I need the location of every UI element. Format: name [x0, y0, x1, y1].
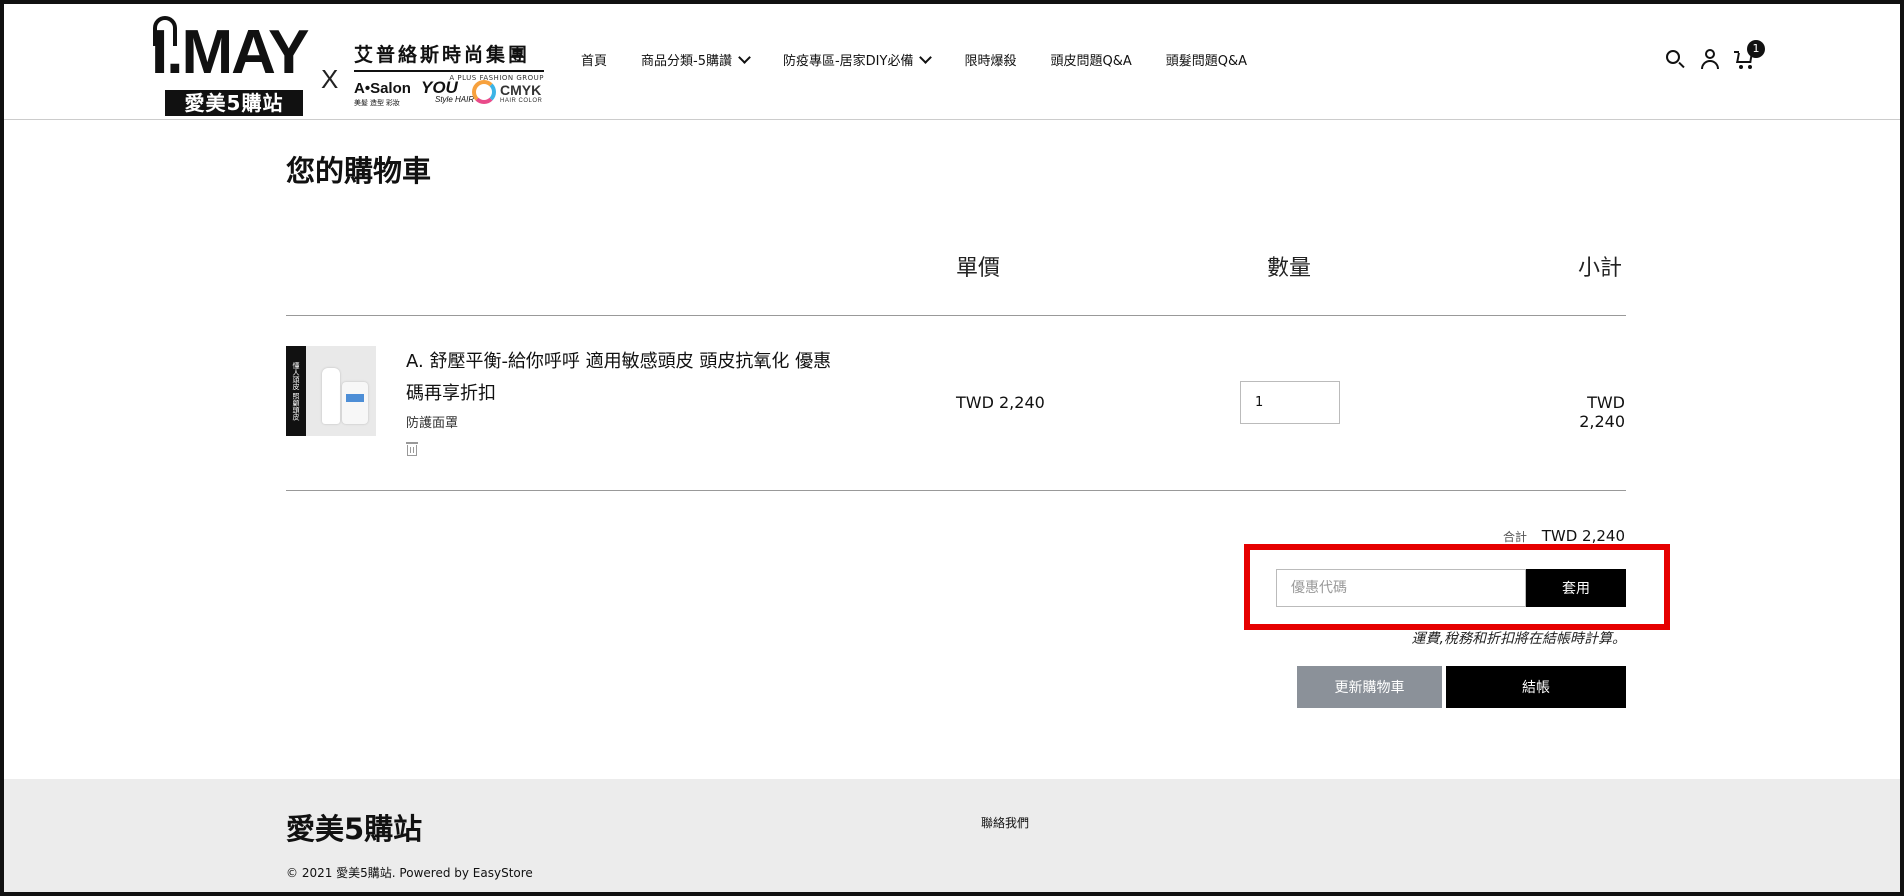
page-title: 您的購物車 — [286, 154, 432, 188]
group-logo: 艾普絡斯時尚集團 A PLUS FASHION GROUP — [354, 40, 544, 82]
cart-icon[interactable]: 1 — [1734, 40, 1765, 70]
update-cart-button[interactable]: 更新購物車 — [1297, 666, 1442, 708]
coupon-input[interactable] — [1276, 569, 1526, 607]
search-icon[interactable] — [1664, 48, 1686, 70]
chevron-down-icon — [738, 50, 751, 64]
total-label: 合計 — [1502, 530, 1527, 544]
cmyk-logo: CMYK HAIR COLOR — [472, 80, 543, 104]
chevron-down-icon — [919, 50, 933, 64]
coupon-form: 套用 — [1276, 569, 1626, 607]
cart-count-badge: 1 — [1747, 40, 1765, 58]
nav-label: 限時爆殺 — [964, 54, 1017, 69]
you-sub: Style HAIR — [435, 95, 475, 104]
nav-hair-qa[interactable]: 頭髮問題Q&A — [1166, 50, 1247, 69]
divider — [286, 315, 1626, 316]
asalon-name: A•Salon — [354, 80, 411, 97]
cmyk-name: CMYK — [500, 82, 542, 98]
logo-cross: X — [321, 64, 339, 94]
bottle-shape — [322, 368, 340, 424]
nav-flash-sale[interactable]: 限時爆殺 — [964, 50, 1016, 69]
product-thumbnail[interactable]: 懂人頭皮 照顧頭皮 — [286, 346, 376, 436]
line-subtotal: TWD 2,240 — [1579, 393, 1625, 431]
nav-epidemic[interactable]: 防疫專區-居家DIY必備 — [782, 50, 933, 69]
nav-label: 防疫專區-居家DIY必備 — [782, 54, 914, 69]
footer-contact-link[interactable]: 聯絡我們 — [981, 814, 1029, 831]
cmyk-sub: HAIR COLOR — [500, 98, 543, 104]
site-footer: 愛美5購站 聯絡我們 © 2021 愛美5購站. Powered by Easy… — [4, 779, 1900, 892]
footer-brand: 愛美5購站 — [286, 812, 423, 846]
checkout-note: 運費,稅務和折扣將在結帳時計算。 — [1411, 631, 1626, 647]
site-header: I.MAY 愛美5購站 X 艾普絡斯時尚集團 A PLUS FASHION GR… — [4, 4, 1900, 120]
main-nav: 首頁 商品分類-5購讚 防疫專區-居家DIY必備 限時爆殺 頭皮問題Q&A 頭髮… — [581, 50, 1281, 69]
trash-icon[interactable] — [406, 441, 418, 456]
nav-label: 頭皮問題Q&A — [1050, 54, 1132, 69]
logo-main-text: I.MAY — [151, 18, 310, 87]
brand-logos: A•Salon 美髮 造型 彩妝 YOU Style HAIR CMYK HAI… — [354, 78, 549, 112]
nav-categories[interactable]: 商品分類-5購讚 — [641, 50, 751, 69]
footer-copyright: © 2021 愛美5購站. Powered by EasyStore — [286, 866, 533, 880]
logo-sub-text: 愛美5購站 — [165, 90, 303, 116]
nav-scalp-qa[interactable]: 頭皮問題Q&A — [1050, 50, 1131, 69]
unit-price: TWD 2,240 — [956, 393, 1045, 412]
bottle-shape — [342, 382, 368, 424]
column-header-price: 單價 — [956, 256, 1001, 281]
product-variant: 防護面罩 — [406, 416, 459, 431]
nav-label: 首頁 — [581, 54, 608, 69]
user-icon[interactable] — [1699, 48, 1721, 70]
column-header-subtotal: 小計 — [1578, 256, 1623, 281]
column-header-qty: 數量 — [1267, 256, 1312, 281]
imay-logo: I.MAY 愛美5購站 — [151, 16, 311, 116]
bottle-label — [346, 394, 364, 402]
header-icons: 1 — [1664, 40, 1769, 70]
browser-frame: I.MAY 愛美5購站 X 艾普絡斯時尚集團 A PLUS FASHION GR… — [0, 0, 1904, 896]
cart-total: 合計 TWD 2,240 — [1494, 527, 1625, 545]
nav-label: 頭髮問題Q&A — [1165, 54, 1248, 69]
you-style-logo: YOU Style HAIR — [421, 78, 474, 104]
asalon-logo: A•Salon 美髮 造型 彩妝 — [354, 80, 411, 108]
total-value: TWD 2,240 — [1541, 527, 1625, 545]
nav-home[interactable]: 首頁 — [581, 50, 607, 69]
apply-coupon-button[interactable]: 套用 — [1526, 569, 1626, 607]
checkout-button[interactable]: 結帳 — [1446, 666, 1626, 708]
asalon-sub: 美髮 造型 彩妝 — [354, 100, 400, 107]
group-name-cn: 艾普絡斯時尚集團 — [354, 40, 544, 72]
quantity-input[interactable] — [1240, 381, 1340, 424]
divider — [286, 490, 1626, 491]
site-logo[interactable]: I.MAY 愛美5購站 X 艾普絡斯時尚集團 A PLUS FASHION GR… — [149, 12, 544, 116]
thumbnail-strip-text: 懂人頭皮 照顧頭皮 — [286, 346, 306, 436]
nav-label: 商品分類-5購讚 — [641, 54, 732, 69]
cmyk-ring-icon — [472, 80, 496, 104]
product-name-link[interactable]: A. 舒壓平衡-給你呼呼 適用敏感頭皮 頭皮抗氧化 優惠碼再享折扣 — [406, 346, 846, 410]
